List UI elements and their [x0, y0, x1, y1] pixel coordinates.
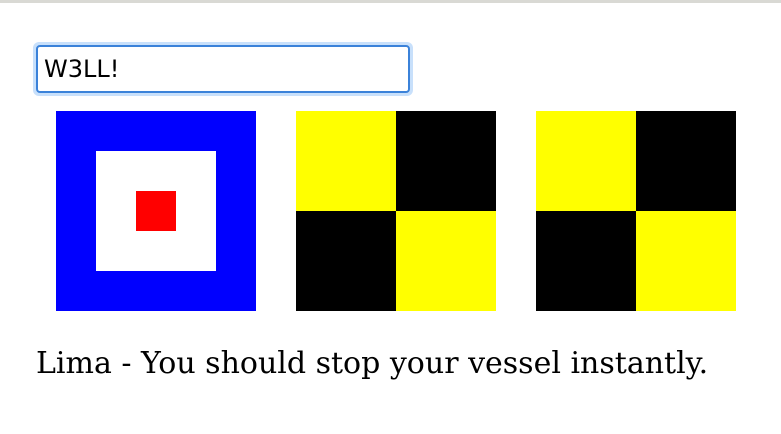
flag-lima [536, 111, 736, 311]
flag-lima-quadrant-bottom-right [636, 211, 736, 311]
flag-lima-quadrant-top-left [296, 111, 396, 211]
flag-lima-quadrant-top-left [536, 111, 636, 211]
flag-lima-quadrant-bottom-right [396, 211, 496, 311]
flag-lima-quadrant-bottom-left [536, 211, 636, 311]
flag-meaning-text: Lima - You should stop your vessel insta… [36, 346, 709, 381]
flag-lima-quadrant-top-right [396, 111, 496, 211]
flag-lima-quadrant-bottom-left [296, 211, 396, 311]
signal-input-focus-ring [33, 42, 413, 96]
flag-whiskey-red-center [136, 191, 176, 231]
signal-text-input[interactable] [36, 45, 410, 93]
top-divider [0, 0, 781, 3]
flag-lima [296, 111, 496, 311]
flag-lima-quadrant-top-right [636, 111, 736, 211]
flag-whiskey [56, 111, 256, 311]
